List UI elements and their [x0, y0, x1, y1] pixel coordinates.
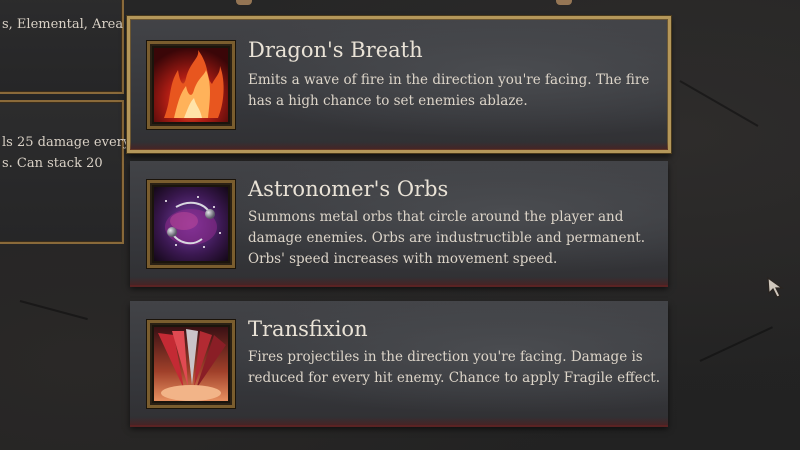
projectiles-icon: [147, 320, 235, 408]
skill-description: Summons metal orbs that circle around th…: [248, 207, 648, 270]
top-ornament: [556, 0, 572, 5]
skill-description-line: has a high chance to set enemies ablaze.: [248, 93, 528, 109]
side-skill-card-mid[interactable]: ls 25 damage every s. Can stack 20: [0, 100, 130, 244]
skill-title: Dragon's Breath: [248, 38, 423, 62]
skill-select-screen: s, Elemental, Area ls 25 damage every s.…: [0, 0, 800, 450]
skill-title: Astronomer's Orbs: [248, 177, 449, 201]
orbs-icon: [147, 180, 235, 268]
skill-description-line: Orbs' speed increases with movement spee…: [248, 251, 558, 267]
skill-description-line: Fires projectiles in the direction you'r…: [248, 349, 643, 365]
side-card-tags: s, Elemental, Area: [2, 17, 124, 32]
bg-crack: [679, 80, 759, 127]
skill-title: Transfixion: [248, 317, 368, 341]
skill-description-line: damage enemies. Orbs are industructible …: [248, 230, 646, 246]
skill-description: Fires projectiles in the direction you'r…: [248, 347, 661, 389]
side-card-desc-line-2: s. Can stack 20: [2, 156, 103, 171]
skill-description-line: Emits a wave of fire in the direction yo…: [248, 72, 650, 88]
top-ornament: [236, 0, 252, 5]
skill-description: Emits a wave of fire in the direction yo…: [248, 70, 650, 112]
skill-description-line: Summons metal orbs that circle around th…: [248, 209, 624, 225]
skill-description-line: reduced for every hit enemy. Chance to a…: [248, 370, 661, 386]
fire-icon: [147, 41, 235, 129]
skill-card-transfixion[interactable]: Transfixion Fires projectiles in the dir…: [130, 301, 668, 425]
side-card-desc-line-1: ls 25 damage every: [2, 135, 131, 150]
skill-card-astronomers-orbs[interactable]: Astronomer's Orbs Summons metal orbs tha…: [130, 161, 668, 285]
bg-crack: [19, 300, 88, 321]
side-skill-card-top[interactable]: s, Elemental, Area: [0, 0, 124, 94]
skill-card-dragons-breath[interactable]: Dragon's Breath Emits a wave of fire in …: [127, 16, 671, 153]
bg-crack: [699, 326, 773, 362]
mouse-cursor-icon: [767, 276, 784, 298]
